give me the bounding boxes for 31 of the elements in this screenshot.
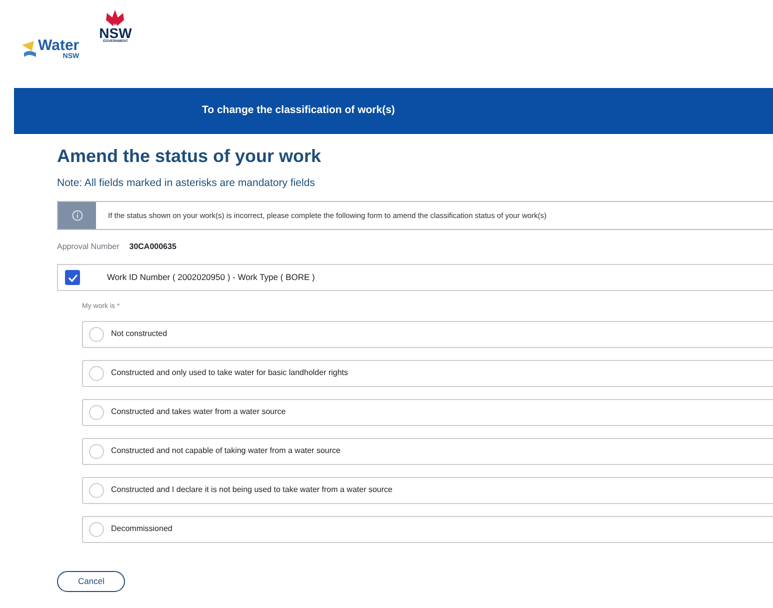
info-icon xyxy=(72,210,82,222)
note-text: Note: All fields marked in asterisks are mandatory fields xyxy=(57,176,316,191)
radio-option[interactable]: Not constructed xyxy=(82,320,773,348)
radio-option[interactable]: Constructed and not capable of taking water from a water source xyxy=(82,438,773,465)
radio-option[interactable]: Constructed and takes water from a water source xyxy=(82,398,773,426)
radio-button[interactable] xyxy=(89,482,104,498)
option-label: Decommissioned xyxy=(111,523,172,536)
radio-button[interactable] xyxy=(89,326,104,342)
radio-option[interactable]: Decommissioned xyxy=(82,516,773,543)
option-label: Not constructed xyxy=(111,328,168,340)
radio-button[interactable] xyxy=(89,404,104,420)
radio-button[interactable] xyxy=(89,366,104,381)
option-label: Constructed and takes water from a water source xyxy=(111,406,286,418)
page-heading: Amend the status of your work xyxy=(57,146,322,168)
logo-text: Water xyxy=(38,38,80,53)
checkbox[interactable] xyxy=(65,270,80,286)
check-icon xyxy=(68,274,78,282)
radio-button[interactable] xyxy=(89,444,104,459)
cancel-button[interactable]: Cancel xyxy=(57,570,126,592)
field-value: 30CA000635 xyxy=(129,241,176,254)
banner-title: To change the classification of work(s) xyxy=(202,103,395,118)
option-label: Constructed and I declare it is not being used to take water from a water source xyxy=(111,484,392,496)
option-label: Constructed and only used to take water for basic landholder rights xyxy=(111,367,348,380)
radio-option[interactable]: Constructed and I declare it is not being used to take water from a water source xyxy=(82,476,773,504)
option-label: Constructed and not capable of taking water from a water source xyxy=(111,445,340,458)
wave-icon xyxy=(22,39,36,59)
radio-button[interactable] xyxy=(89,522,104,537)
field-label: Approval Number xyxy=(57,241,120,254)
radio-option[interactable]: Constructed and only used to take water for basic landholder rights xyxy=(82,360,773,387)
work-label: Work ID Number ( 2002020950 ) - Work Type ( BORE ) xyxy=(107,271,315,284)
logo-text: NSW xyxy=(99,26,132,40)
